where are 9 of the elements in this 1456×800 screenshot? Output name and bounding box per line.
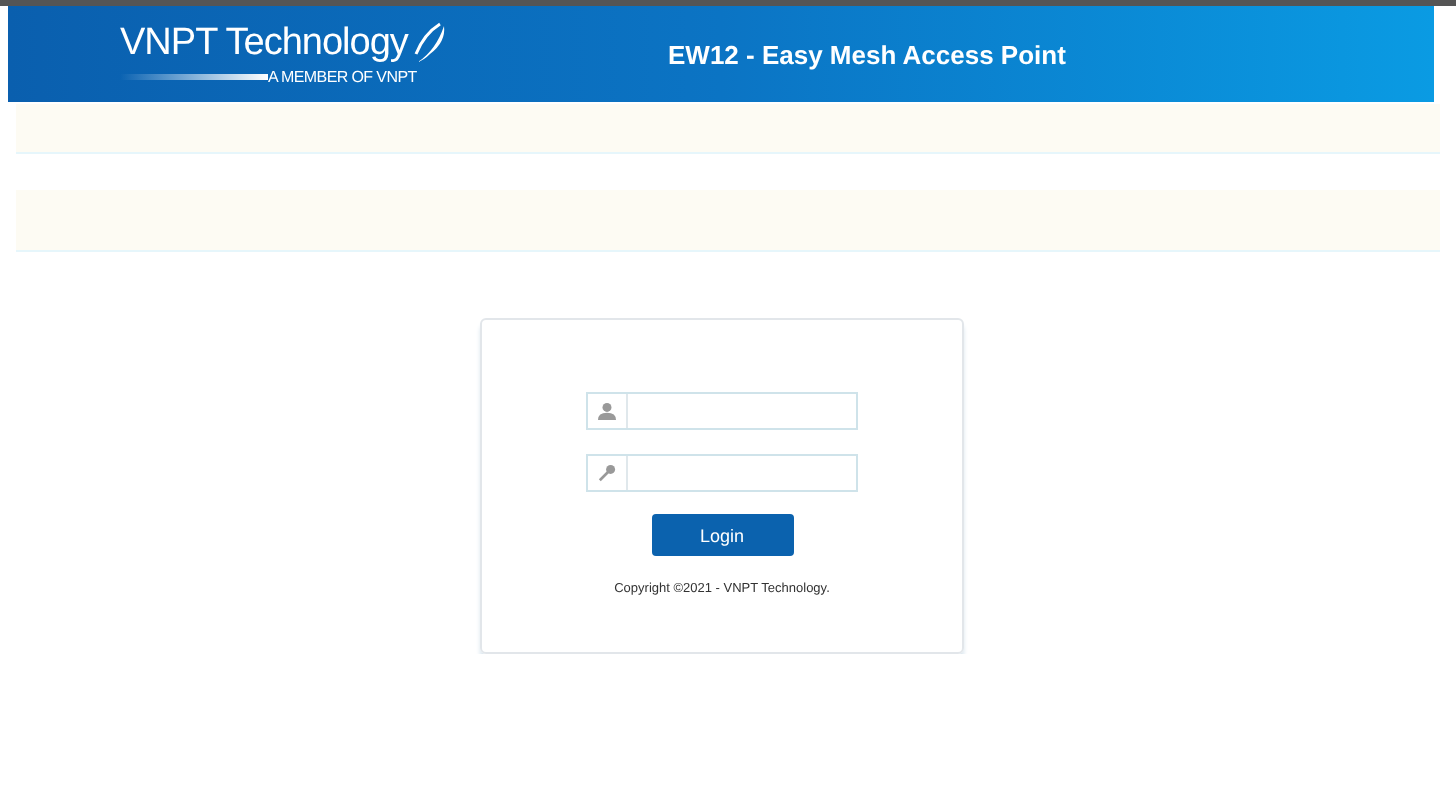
login-button[interactable]: Login [651, 514, 793, 556]
password-field[interactable] [586, 454, 858, 492]
username-field[interactable] [586, 392, 858, 430]
swoosh-logo-icon [411, 22, 448, 66]
brand-name: VNPT Technology [120, 22, 408, 66]
page-title: EW12 - Easy Mesh Access Point [668, 39, 1066, 69]
brand-tagline: A MEMBER OF VNPT [268, 68, 417, 86]
key-icon [598, 464, 616, 482]
user-icon [598, 402, 616, 420]
